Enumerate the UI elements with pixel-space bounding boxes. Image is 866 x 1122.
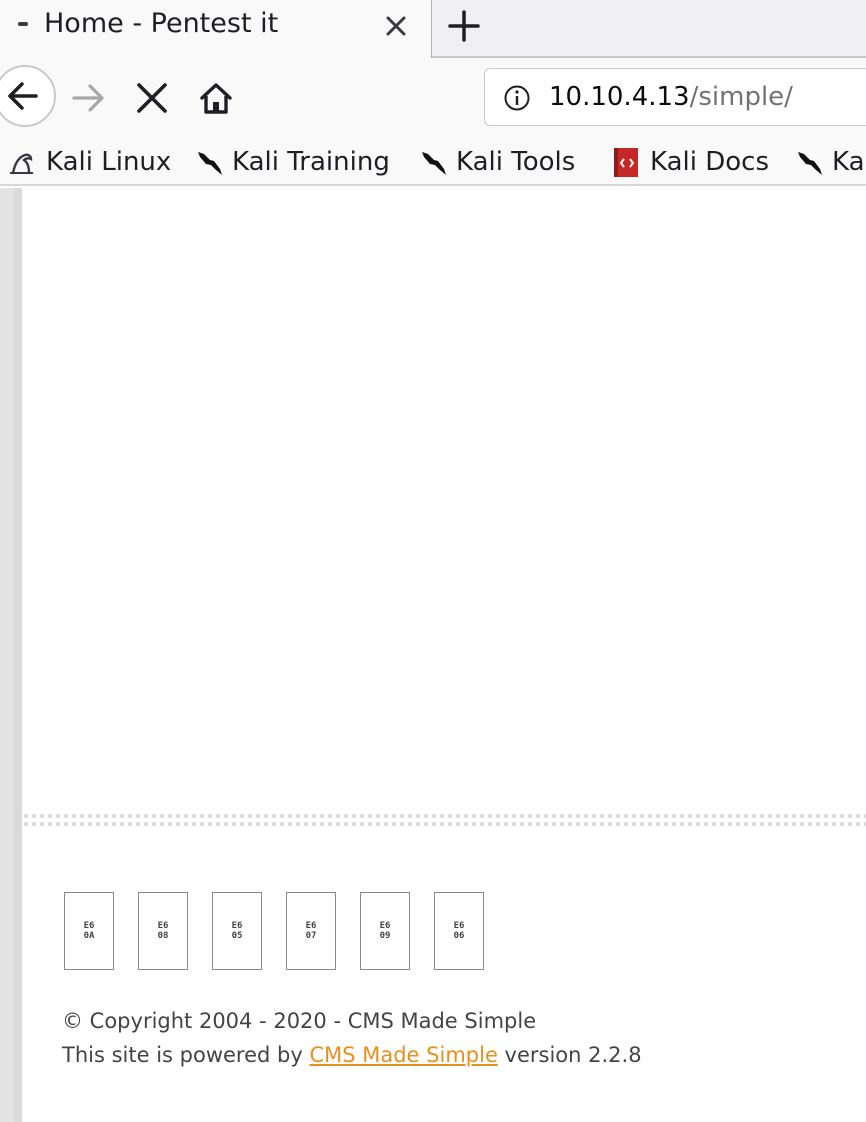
arrow-left-icon	[8, 82, 38, 110]
bookmark-label: Kali Docs	[650, 147, 770, 177]
badge-glyph: E6 09	[379, 921, 391, 941]
stop-button[interactable]	[134, 80, 170, 116]
forward-button[interactable]	[70, 80, 106, 116]
badge-glyph: E6 05	[231, 921, 243, 941]
bookmark-kali-linux[interactable]: Kali Linux	[6, 140, 171, 184]
badge-glyph: E6 08	[157, 921, 169, 941]
close-icon[interactable]	[380, 10, 412, 42]
bookmarks-toolbar: Kali Linux Kali Training Kali Tools Kali…	[0, 140, 866, 186]
url-bar[interactable]: 10.10.4.13/simple/	[484, 68, 866, 126]
url-host: 10.10.4.13	[549, 82, 690, 112]
footer-badges: E6 0A E6 08 E6 05 E6 07 E6 09 E6 06	[64, 892, 564, 972]
kali-docs-icon	[614, 148, 638, 177]
kali-dragon-icon	[798, 152, 822, 175]
tab-loading-icon	[18, 22, 28, 26]
badge-glyph: E6 07	[305, 921, 317, 941]
badge-glyph: E6 0A	[83, 921, 95, 941]
missing-glyph-badge[interactable]: E6 06	[434, 892, 484, 970]
url-text[interactable]: 10.10.4.13/simple/	[549, 81, 793, 113]
bookmark-kali-training[interactable]: Kali Training	[194, 140, 390, 184]
footer-powered-by: This site is powered by CMS Made Simple …	[62, 1040, 642, 1070]
plus-icon[interactable]	[444, 6, 484, 46]
missing-glyph-badge[interactable]: E6 05	[212, 892, 262, 970]
kali-dragon-icon	[422, 152, 446, 175]
cms-made-simple-link[interactable]: CMS Made Simple	[309, 1043, 497, 1067]
missing-glyph-badge[interactable]: E6 08	[138, 892, 188, 970]
back-button[interactable]	[0, 65, 56, 127]
missing-glyph-badge[interactable]: E6 0A	[64, 892, 114, 970]
arrow-right-icon	[72, 84, 104, 112]
powered-prefix: This site is powered by	[62, 1043, 310, 1067]
page-left-border-shade	[14, 188, 22, 1122]
info-icon[interactable]	[503, 84, 531, 112]
kali-dragon-icon	[198, 152, 222, 175]
bookmark-label: Kali Training	[232, 147, 390, 177]
nav-toolbar: 10.10.4.13/simple/	[0, 58, 866, 140]
dotted-separator	[22, 812, 866, 826]
missing-glyph-badge[interactable]: E6 07	[286, 892, 336, 970]
footer-copyright: © Copyright 2004 - 2020 - CMS Made Simpl…	[62, 1009, 537, 1033]
stop-x-icon	[137, 83, 167, 113]
bookmark-kali-docs[interactable]: Kali Docs	[612, 140, 769, 184]
url-path: /simple/	[689, 82, 793, 112]
bookmark-kali-tools[interactable]: Kali Tools	[418, 140, 575, 184]
tab-strip: Home - Pentest it	[0, 0, 866, 58]
kali-dragon-icon	[10, 153, 33, 175]
home-button[interactable]	[198, 80, 234, 116]
bookmark-ka[interactable]: Ka	[794, 140, 865, 184]
bookmark-label: Kali Linux	[46, 147, 172, 177]
tab-home[interactable]: Home - Pentest it	[0, 0, 432, 58]
bookmark-label: Ka	[832, 147, 865, 177]
home-icon	[200, 83, 232, 114]
bookmark-label: Kali Tools	[456, 147, 576, 177]
powered-suffix: version 2.2.8	[497, 1043, 642, 1067]
missing-glyph-badge[interactable]: E6 09	[360, 892, 410, 970]
badge-glyph: E6 06	[453, 921, 465, 941]
tab-title: Home - Pentest it	[44, 8, 279, 39]
